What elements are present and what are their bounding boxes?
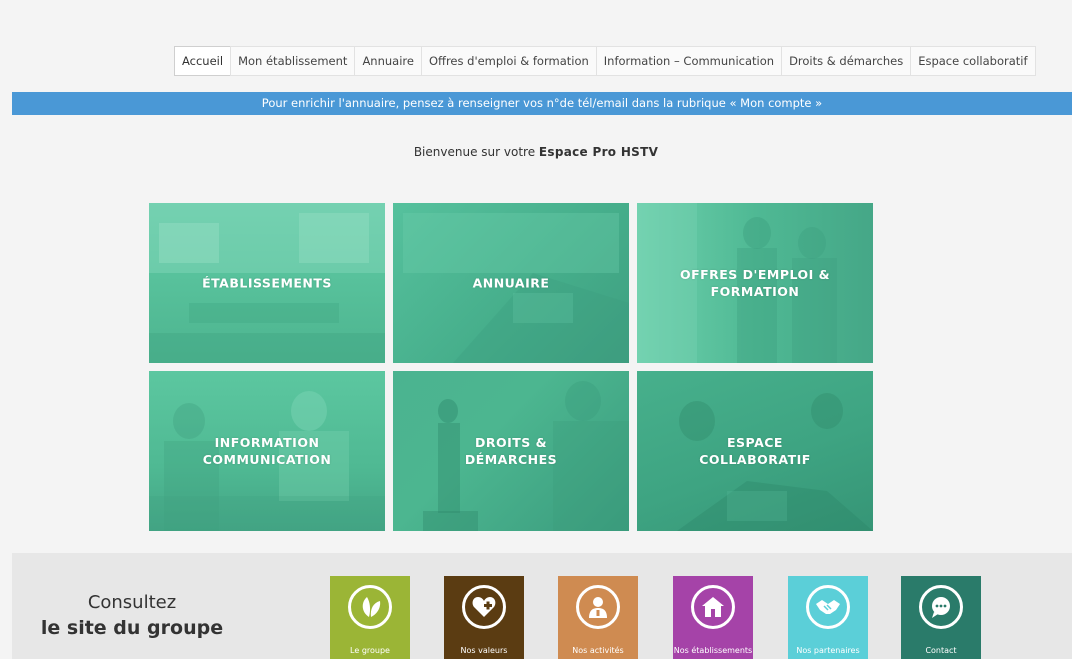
tile-annuaire[interactable]: ANNUAIRE <box>393 203 629 363</box>
footer-button-nos-activites[interactable]: Nos activités <box>558 576 638 659</box>
footer-button-nos-etablissements[interactable]: Nos établissements <box>673 576 753 659</box>
tiles-grid: ÉTABLISSEMENTS ANNUAIRE OFFRES D'EMPLOI … <box>149 203 873 531</box>
footer-button-label: Le groupe <box>350 646 390 655</box>
nav-item-mon-etablissement[interactable]: Mon établissement <box>230 46 356 76</box>
consult-line-2: le site du groupe <box>40 617 224 639</box>
tile-label: ESPACE COLLABORATIF <box>699 435 811 467</box>
nav-item-information-communication[interactable]: Information – Communication <box>595 46 783 76</box>
chat-bubble-icon <box>919 585 963 629</box>
nav-item-annuaire[interactable]: Annuaire <box>354 46 422 76</box>
doctor-icon <box>576 585 620 629</box>
handshake-icon <box>806 585 850 629</box>
leaves-icon <box>348 585 392 629</box>
footer-button-label: Nos valeurs <box>460 646 508 655</box>
welcome-site-name: Espace Pro HSTV <box>538 145 659 159</box>
page: Accueil Mon établissement Annuaire Offre… <box>0 0 1072 659</box>
footer-button-nos-partenaires[interactable]: Nos partenaires <box>788 576 868 659</box>
nav-item-accueil[interactable]: Accueil <box>174 46 232 76</box>
tile-information-communication[interactable]: INFORMATION COMMUNICATION <box>149 371 385 531</box>
group-site-heading: Consultez le site du groupe <box>12 591 252 641</box>
footer-button-label: Nos activités <box>572 646 624 655</box>
footer-button-nos-valeurs[interactable]: Nos valeurs <box>444 576 524 659</box>
nav-item-espace-collaboratif[interactable]: Espace collaboratif <box>910 46 1036 76</box>
tile-label: OFFRES D'EMPLOI & FORMATION <box>679 267 831 299</box>
tile-espace-collaboratif[interactable]: ESPACE COLLABORATIF <box>637 371 873 531</box>
tile-etablissements[interactable]: ÉTABLISSEMENTS <box>149 203 385 363</box>
tile-droits-demarches[interactable]: DROITS & DÉMARCHES <box>393 371 629 531</box>
welcome-message: Bienvenue sur votre Espace Pro HSTV <box>0 145 1072 159</box>
footer-button-label: Nos partenaires <box>796 646 860 655</box>
footer: Consultez le site du groupe Le groupe No… <box>12 553 1072 659</box>
info-banner: Pour enrichir l'annuaire, pensez à rense… <box>12 92 1072 115</box>
tile-offres-emploi[interactable]: OFFRES D'EMPLOI & FORMATION <box>637 203 873 363</box>
footer-button-label: Nos établissements <box>673 646 753 655</box>
nav-item-offres-emploi[interactable]: Offres d'emploi & formation <box>420 46 597 76</box>
tile-label: ANNUAIRE <box>472 275 550 291</box>
welcome-prefix: Bienvenue sur votre <box>413 145 536 159</box>
tile-label: DROITS & DÉMARCHES <box>464 435 558 467</box>
tile-label: ÉTABLISSEMENTS <box>202 275 332 291</box>
house-icon <box>691 585 735 629</box>
heart-plus-icon <box>462 585 506 629</box>
tile-label: INFORMATION COMMUNICATION <box>202 435 332 467</box>
nav-item-droits-demarches[interactable]: Droits & démarches <box>781 46 912 76</box>
footer-button-label: Contact <box>925 646 957 655</box>
consult-line-1: Consultez <box>87 592 177 613</box>
footer-button-le-groupe[interactable]: Le groupe <box>330 576 410 659</box>
main-nav: Accueil Mon établissement Annuaire Offre… <box>174 46 1036 76</box>
footer-button-contact[interactable]: Contact <box>901 576 981 659</box>
